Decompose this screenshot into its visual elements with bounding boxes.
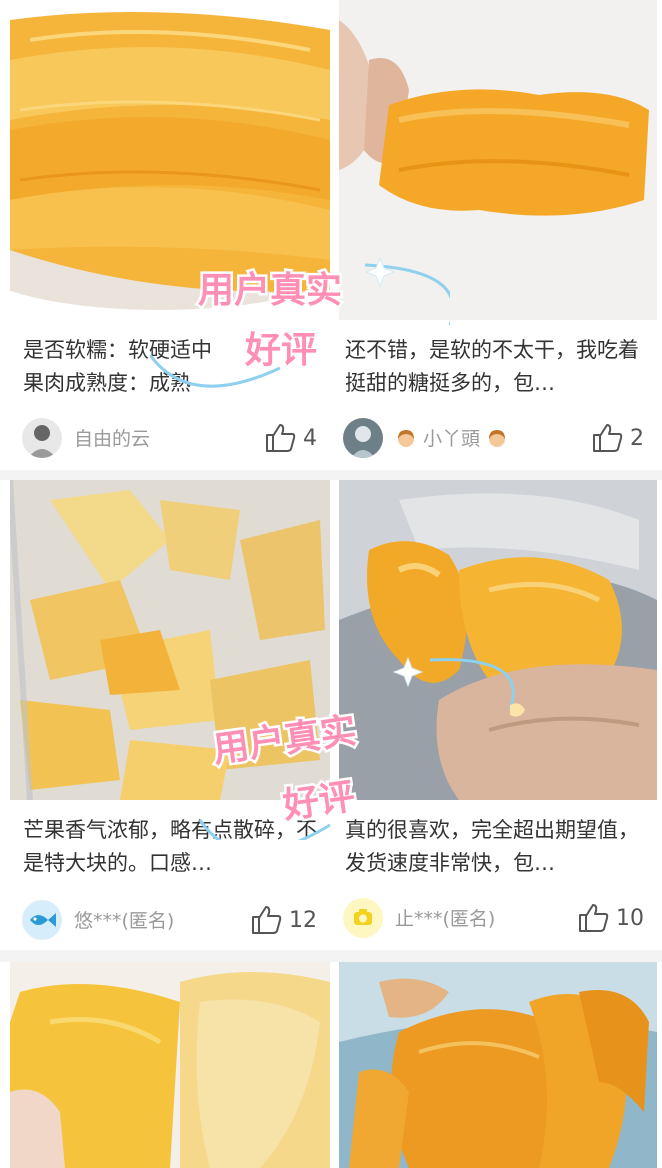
review-photo[interactable] (10, 480, 330, 800)
username[interactable]: 止***(匿名) (395, 904, 495, 931)
hand-holding-mango-slice-photo-icon (339, 480, 657, 800)
like-button[interactable]: 4 (265, 420, 317, 456)
review-meta: 止***(匿名) 10 (343, 898, 644, 938)
user-avatar-icon (343, 418, 383, 458)
username[interactable]: 小丫頭 (395, 424, 508, 451)
like-count: 10 (616, 905, 644, 931)
girl-emoji-icon (398, 430, 414, 447)
review-photo[interactable] (339, 0, 657, 320)
review-card[interactable]: 是否软糯：软硬适中 果肉成熟度：成熟 自由的云 4 (0, 0, 331, 470)
review-meta: 悠***(匿名) 12 (22, 900, 317, 940)
thumbs-up-icon (266, 424, 296, 452)
review-photo[interactable] (339, 480, 657, 800)
like-count: 2 (630, 425, 644, 451)
avatar[interactable] (343, 418, 383, 458)
review-meta: 小丫頭 2 (343, 418, 644, 458)
review-photo[interactable] (339, 962, 657, 1168)
thumbs-up-icon (252, 906, 282, 934)
hand-holding-mango-photo-icon (339, 0, 657, 320)
like-button[interactable]: 12 (251, 902, 317, 938)
review-feed: 是否软糯：软硬适中 果肉成熟度：成熟 自由的云 4 还不错，是软的不太干，我吃着… (0, 0, 662, 1168)
mango-bag-photo-icon (10, 480, 330, 800)
like-count: 12 (289, 907, 317, 933)
review-photo[interactable] (10, 0, 330, 320)
camera-avatar-icon (343, 898, 383, 938)
review-card[interactable]: 还不错，是软的不太干，我吃着挺甜的糖挺多的，包… 小丫頭 2 (331, 0, 662, 470)
avatar[interactable] (22, 418, 62, 458)
review-caption: 芒果香气浓郁，略有点散碎，不是特大块的。口感… (23, 818, 317, 875)
girl-emoji-icon (489, 430, 506, 447)
avatar[interactable] (22, 900, 62, 940)
review-photo[interactable] (10, 962, 330, 1168)
fish-avatar-icon (22, 900, 62, 940)
like-count: 4 (303, 425, 317, 451)
review-meta: 自由的云 4 (22, 418, 317, 458)
dried-mango-stack-photo-icon (10, 0, 330, 320)
review-card[interactable] (331, 962, 662, 1168)
review-caption: 是否软糯：软硬适中 果肉成熟度：成熟 (23, 338, 212, 395)
thumbs-up-icon (579, 904, 609, 932)
mango-in-package-photo-icon (339, 962, 657, 1168)
review-caption: 还不错，是软的不太干，我吃着挺甜的糖挺多的，包… (345, 338, 639, 395)
username[interactable]: 自由的云 (74, 424, 150, 451)
thumbs-up-icon (593, 424, 623, 452)
username[interactable]: 悠***(匿名) (74, 906, 174, 933)
mango-slices-closeup-photo-icon (10, 962, 330, 1168)
review-card[interactable] (0, 962, 331, 1168)
avatar[interactable] (343, 898, 383, 938)
like-button[interactable]: 2 (592, 420, 644, 456)
like-button[interactable]: 10 (578, 900, 644, 936)
review-card[interactable]: 芒果香气浓郁，略有点散碎，不是特大块的。口感… 悠***(匿名) 12 (0, 480, 331, 950)
review-card[interactable]: 真的很喜欢，完全超出期望值，发货速度非常快，包… 止***(匿名) 10 (331, 480, 662, 950)
review-caption: 真的很喜欢，完全超出期望值，发货速度非常快，包… (345, 818, 639, 875)
user-avatar-icon (22, 418, 62, 458)
